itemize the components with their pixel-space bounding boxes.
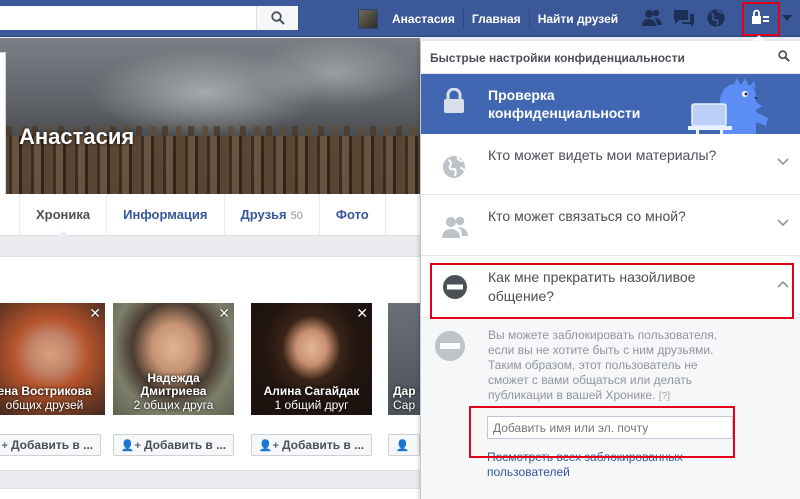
tab-timeline[interactable]: Хроника — [20, 194, 108, 237]
nav-find-friends-link[interactable]: Найти друзей — [530, 9, 626, 29]
tab-timeline-label: Хроника — [36, 207, 91, 222]
add-friend-button[interactable]: 👤 — [388, 434, 420, 456]
add-friend-icon: 👤+ — [120, 440, 141, 452]
tab-about-label: Информация — [123, 207, 208, 222]
highlight-block-input — [469, 406, 735, 458]
tab-photos[interactable]: Фото — [320, 194, 386, 236]
search-button[interactable] — [256, 6, 298, 30]
profile-name[interactable]: Анастасия — [19, 124, 134, 150]
mutual-friends[interactable]: 2 общих друга — [113, 398, 234, 412]
person-name[interactable]: Дар — [388, 385, 420, 398]
notifications-globe-icon[interactable] — [705, 8, 727, 28]
block-explanation-text: Вы можете заблокировать пользователя, ес… — [488, 328, 718, 402]
top-bar: Анастасия Главная Найти друзей — [0, 0, 800, 37]
add-friend-button[interactable]: 👤+Добавить в ... — [0, 434, 101, 456]
nav-profile-link[interactable]: Анастасия — [384, 8, 464, 29]
highlight-stop-harassment — [430, 263, 794, 319]
top-nav: Анастасия Главная Найти друзей — [358, 0, 626, 37]
privacy-row-label: Кто может связаться со мной? — [488, 208, 686, 224]
add-friend-label: Добавить в ... — [10, 438, 94, 452]
add-friend-label: Добавить в ... — [143, 438, 227, 452]
person-card[interactable]: Дар Сар — [388, 303, 420, 415]
cover-photo[interactable] — [0, 38, 420, 194]
search-icon[interactable] — [778, 50, 790, 62]
messages-icon[interactable] — [673, 8, 695, 28]
friend-requests-icon[interactable] — [641, 8, 663, 28]
person-name[interactable]: ена Вострикова — [0, 385, 105, 398]
tab-spacer — [0, 194, 20, 236]
friends-count: 50 — [290, 210, 303, 222]
add-friend-label: Добавить в ... — [281, 438, 365, 452]
person-name[interactable]: Алина Сагайдак — [251, 385, 372, 398]
person-name-line2[interactable]: Дмитриева — [113, 385, 234, 398]
close-icon[interactable]: ✕ — [89, 305, 101, 322]
tab-about[interactable]: Информация — [107, 194, 225, 236]
search-box[interactable] — [0, 6, 298, 30]
privacy-checkup-label: Проверка конфиденциальности — [488, 87, 641, 121]
help-link[interactable]: [?] — [659, 391, 670, 402]
highlight-privacy-button — [742, 2, 780, 36]
add-friend-button[interactable]: 👤+Добавить в ... — [113, 434, 234, 456]
chevron-down-icon — [777, 219, 789, 227]
next-section — [0, 488, 420, 499]
block-icon — [435, 331, 465, 361]
add-friend-icon: 👤+ — [0, 440, 8, 452]
panel-header: Быстрые настройки конфиденциальности — [421, 41, 800, 74]
people-you-may-know: ✕ ена Вострикова общих друзей 👤+Добавить… — [0, 256, 420, 471]
search-input[interactable] — [0, 6, 256, 30]
tab-photos-label: Фото — [335, 207, 369, 222]
profile-tabs: Хроника Информация Друзья 50 Фото — [0, 194, 420, 237]
person-card[interactable]: ✕ Надежда Дмитриева 2 общих друга — [113, 303, 234, 415]
chevron-down-icon — [777, 158, 789, 166]
dinosaur-mascot-icon — [688, 78, 768, 134]
lock-icon — [444, 88, 464, 113]
panel-title: Быстрые настройки конфиденциальности — [430, 51, 685, 65]
privacy-row-who-can-contact[interactable]: Кто может связаться со мной? — [421, 195, 800, 256]
globe-icon — [443, 156, 465, 178]
mutual-friends[interactable]: Сар — [388, 398, 420, 412]
avatar[interactable] — [358, 8, 378, 29]
account-menu-chevron-icon[interactable] — [782, 14, 792, 22]
add-friend-icon: 👤 — [395, 440, 410, 452]
tab-friends[interactable]: Друзья 50 — [225, 194, 320, 236]
nav-home-link[interactable]: Главная — [464, 8, 530, 29]
close-icon[interactable]: ✕ — [218, 305, 230, 322]
mutual-friends[interactable]: общих друзей — [0, 398, 105, 412]
person-card[interactable]: ✕ ена Вострикова общих друзей — [0, 303, 105, 415]
block-explanation: Вы можете заблокировать пользователя, ес… — [488, 328, 733, 404]
people-icon — [442, 216, 468, 238]
person-card[interactable]: ✕ Алина Сагайдак 1 общий друг — [251, 303, 372, 415]
privacy-checkup-banner[interactable]: Проверка конфиденциальности — [421, 74, 800, 134]
privacy-row-who-can-see[interactable]: Кто может видеть мои материалы? — [421, 134, 800, 195]
close-icon[interactable]: ✕ — [356, 305, 368, 322]
privacy-row-label: Кто может видеть мои материалы? — [488, 147, 717, 163]
tab-friends-label: Друзья — [240, 207, 287, 222]
add-friend-button[interactable]: 👤+Добавить в ... — [251, 434, 372, 456]
mutual-friends[interactable]: 1 общий друг — [251, 398, 372, 412]
search-icon — [270, 11, 285, 25]
add-friend-icon: 👤+ — [258, 440, 279, 452]
